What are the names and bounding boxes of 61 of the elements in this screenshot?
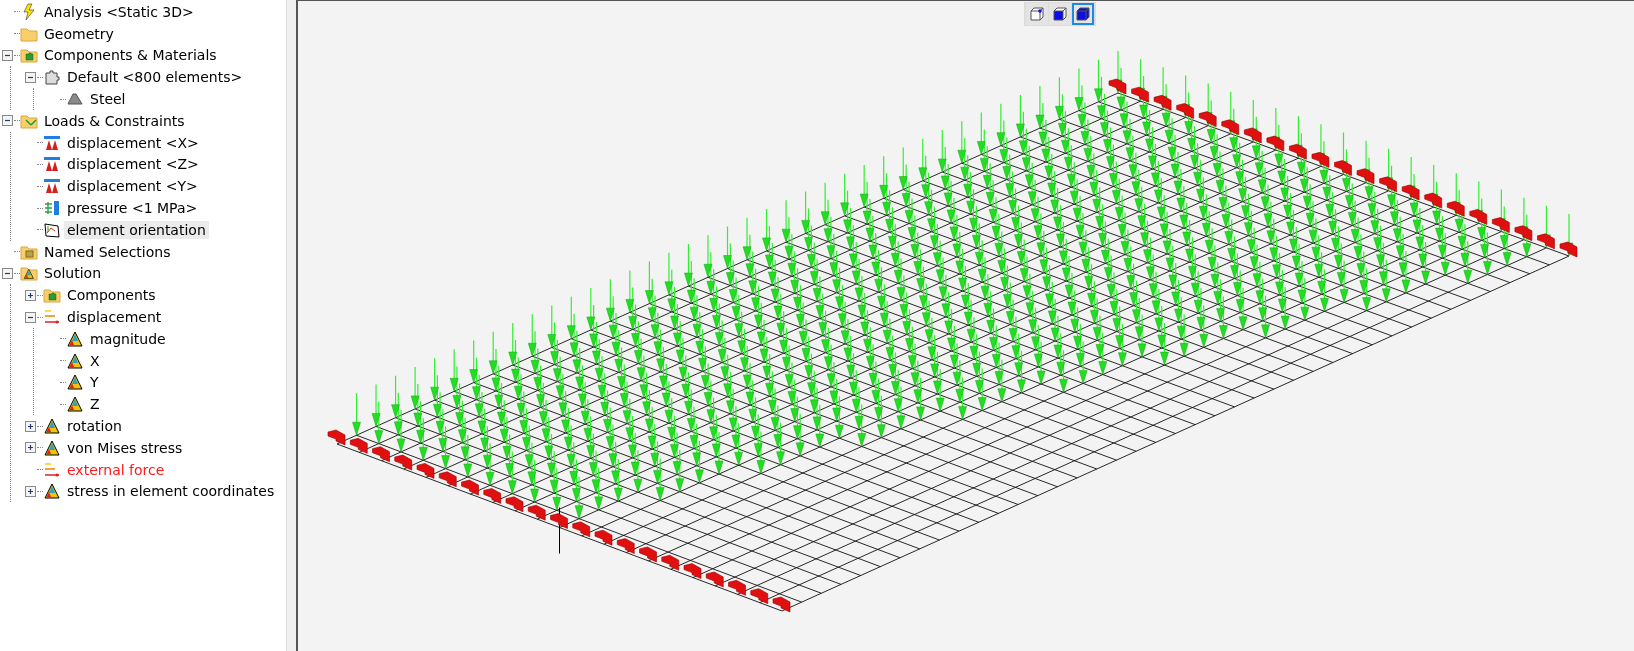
constraint-icon [43,133,61,152]
puzzle-folder-icon [43,286,61,305]
tree-item[interactable]: Z [87,395,103,414]
tree-item[interactable]: Components & Materials [41,46,220,65]
cube-face-icon [1052,6,1068,22]
pressure-icon [43,199,61,218]
expand-toggle[interactable] [24,71,36,83]
view-mode-button[interactable] [1026,3,1048,25]
splitter[interactable] [287,0,298,651]
plus-icon [25,486,35,496]
force-arrows-icon [43,460,61,479]
tree-item[interactable]: Components [64,286,159,305]
expand-toggle[interactable] [24,442,36,454]
expand-toggle[interactable] [1,50,13,61]
triangle-folder-icon [20,264,38,283]
expand-toggle[interactable] [24,289,36,301]
tree-item[interactable]: displacement <X> [64,133,202,152]
tree-item[interactable]: Analysis <Static 3D> [41,2,197,21]
expand-toggle[interactable] [24,420,36,432]
lightning-icon [20,2,38,21]
expand-toggle[interactable] [24,485,36,497]
expand-toggle[interactable] [1,115,13,127]
view-mode-button[interactable] [1049,3,1071,25]
cube-outline-icon [1029,6,1045,22]
expand-toggle[interactable] [1,267,13,279]
tree-item[interactable]: Solution [41,264,105,283]
tree-item[interactable]: pressure <1 MPa> [64,199,201,218]
tree-item[interactable]: rotation [64,417,125,436]
expand-toggle[interactable] [24,311,36,323]
tree-item[interactable]: Default <800 elements> [64,68,246,87]
contour-triangle-icon [43,417,61,436]
tree-item[interactable]: magnitude [87,329,169,348]
contour-triangle-icon [66,395,84,414]
tree-item[interactable]: Y [87,373,102,392]
contour-triangle-icon [66,351,84,370]
puzzle-folder-icon [20,46,38,65]
tree-item[interactable]: element orientation [64,220,209,239]
tree-item[interactable]: external force [64,460,168,479]
tree-item[interactable]: displacement <Y> [64,177,201,196]
puzzle-icon [43,68,61,87]
contour-triangle-icon [43,438,61,457]
view-mode-button[interactable] [1072,3,1094,25]
solid-cube-icon [1075,6,1091,22]
tree-item[interactable]: Steel [87,90,129,109]
contour-triangle-icon [43,482,61,501]
tree-item[interactable]: stress in element coordinates [64,482,278,501]
contour-triangle-icon [66,329,84,348]
orientation-icon [43,220,61,239]
constraint-icon [43,155,61,174]
tree-item[interactable]: Geometry [41,24,117,43]
tree-item[interactable]: Loads & Constraints [41,111,188,130]
tree-item[interactable]: displacement [64,308,165,327]
plus-icon [25,290,35,300]
plus-icon [25,443,35,453]
tree-item[interactable]: von Mises stress [64,438,186,457]
plus-icon [25,421,35,431]
constraint-icon [43,177,61,196]
tree-item[interactable]: displacement <Z> [64,155,202,174]
tree-item[interactable]: X [87,351,103,370]
tree-item[interactable]: Named Selections [41,242,174,261]
contour-triangle-icon [66,373,84,392]
